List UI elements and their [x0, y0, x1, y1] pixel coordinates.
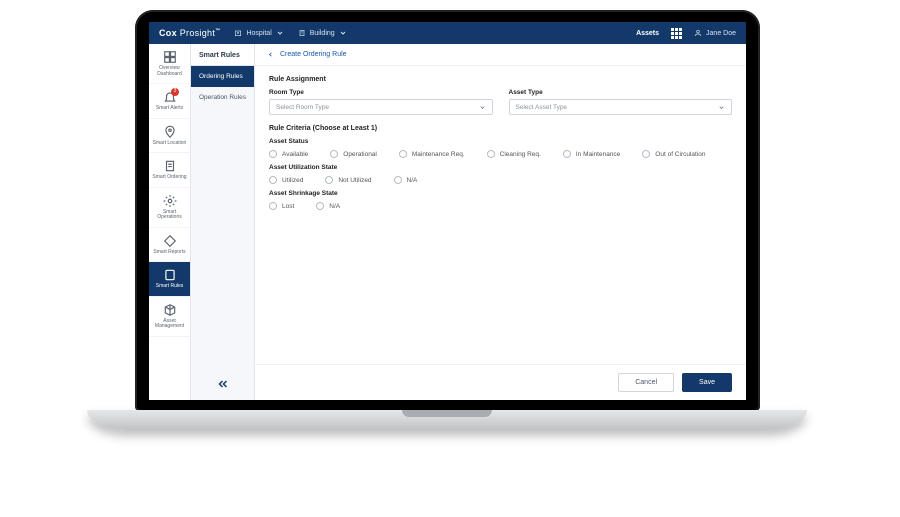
nav-smart-reports[interactable]: Smart Reports	[149, 228, 190, 263]
chevron-left-icon	[267, 51, 274, 58]
asset-utilization-option[interactable]: Utilized	[269, 176, 303, 184]
group-asset-utilization: Asset Utilization State	[269, 164, 732, 171]
asset-shrinkage-options: Lost N/A	[269, 202, 732, 210]
chevron-down-icon	[276, 29, 284, 37]
radio-label: Lost	[282, 203, 294, 210]
section-rule-assignment: Rule Assignment	[269, 76, 732, 83]
top-bar: Cox Prosight™ Hospital Building Assets	[149, 22, 746, 44]
building-icon	[298, 29, 306, 37]
footer-actions: Cancel Save	[255, 364, 746, 400]
radio-icon	[316, 202, 324, 210]
radio-label: Maintenance Req.	[412, 151, 465, 158]
clipboard-icon	[163, 159, 177, 173]
asset-status-option[interactable]: Cleaning Req.	[487, 150, 541, 158]
radio-icon	[269, 202, 277, 210]
box-icon	[163, 303, 177, 317]
radio-label: Cleaning Req.	[500, 151, 541, 158]
radio-icon	[325, 176, 333, 184]
hospital-icon	[234, 29, 242, 37]
radio-label: Available	[282, 151, 308, 158]
nav-smart-location[interactable]: Smart Location	[149, 119, 190, 154]
subnav-operation-rules[interactable]: Operation Rules	[191, 87, 254, 108]
room-type-label: Room Type	[269, 89, 493, 96]
chevron-double-left-icon	[217, 378, 229, 390]
radio-label: N/A	[407, 177, 418, 184]
alerts-badge: 3	[171, 88, 179, 96]
asset-status-option[interactable]: Out of Circulation	[642, 150, 705, 158]
nav-smart-rules[interactable]: Smart Rules	[149, 262, 190, 297]
asset-status-options: Available Operational Maintenance Req. Clea…	[269, 150, 732, 158]
asset-utilization-options: Utilized Not Utilized N/A	[269, 176, 732, 184]
cancel-button[interactable]: Cancel	[618, 373, 674, 392]
chevron-down-icon	[718, 104, 725, 111]
asset-status-option[interactable]: Maintenance Req.	[399, 150, 465, 158]
radio-icon	[487, 150, 495, 158]
subnav-ordering-rules[interactable]: Ordering Rules	[191, 66, 254, 87]
brand-logo: Cox Prosight™	[159, 28, 220, 38]
apps-grid-icon[interactable]	[671, 28, 682, 39]
main-panel: Create Ordering Rule Rule Assignment Roo…	[255, 44, 746, 400]
group-asset-shrinkage: Asset Shrinkage State	[269, 190, 732, 197]
asset-type-label: Asset Type	[509, 89, 733, 96]
asset-status-option[interactable]: In Maintenance	[563, 150, 620, 158]
radio-icon	[642, 150, 650, 158]
asset-utilization-option[interactable]: Not Utilized	[325, 176, 371, 184]
radio-label: Not Utilized	[338, 177, 371, 184]
radio-label: In Maintenance	[576, 151, 620, 158]
assets-link[interactable]: Assets	[636, 30, 659, 37]
section-rule-criteria: Rule Criteria (Choose at Least 1)	[269, 125, 732, 132]
user-icon	[694, 29, 702, 37]
radio-label: Out of Circulation	[655, 151, 705, 158]
sub-nav: Smart Rules Ordering Rules Operation Rul…	[191, 44, 255, 400]
laptop-base	[87, 410, 807, 430]
radio-icon	[330, 150, 338, 158]
radio-label: Operational	[343, 151, 377, 158]
user-menu[interactable]: Jane Doe	[694, 29, 736, 37]
chevron-down-icon	[339, 29, 347, 37]
radio-icon	[269, 150, 277, 158]
nav-rail: Overview Dashboard 3 Smart Alerts Smart …	[149, 44, 191, 400]
asset-utilization-option[interactable]: N/A	[394, 176, 418, 184]
gear-icon	[163, 194, 177, 208]
radio-label: Utilized	[282, 177, 303, 184]
rules-icon	[163, 268, 177, 282]
radio-icon	[399, 150, 407, 158]
asset-status-option[interactable]: Available	[269, 150, 308, 158]
room-type-select[interactable]: Select Room Type	[269, 99, 493, 115]
dashboard-icon	[163, 50, 177, 64]
chevron-down-icon	[479, 104, 486, 111]
pin-icon	[163, 125, 177, 139]
group-asset-status: Asset Status	[269, 138, 732, 145]
radio-label: N/A	[329, 203, 340, 210]
app-screen: Cox Prosight™ Hospital Building Assets	[149, 22, 746, 400]
radio-icon	[563, 150, 571, 158]
nav-asset-management[interactable]: Asset Management	[149, 297, 190, 337]
save-button[interactable]: Save	[682, 373, 732, 392]
asset-shrinkage-option[interactable]: N/A	[316, 202, 340, 210]
collapse-subnav[interactable]	[191, 378, 254, 390]
asset-shrinkage-option[interactable]: Lost	[269, 202, 294, 210]
asset-type-select[interactable]: Select Asset Type	[509, 99, 733, 115]
radio-icon	[269, 176, 277, 184]
building-dropdown[interactable]: Building	[298, 29, 347, 37]
nav-smart-alerts[interactable]: 3 Smart Alerts	[149, 84, 190, 119]
subnav-title: Smart Rules	[191, 44, 254, 66]
nav-smart-operations[interactable]: Smart Operations	[149, 188, 190, 228]
breadcrumb-back[interactable]: Create Ordering Rule	[255, 44, 746, 66]
tag-icon	[163, 234, 177, 248]
asset-status-option[interactable]: Operational	[330, 150, 377, 158]
hospital-dropdown[interactable]: Hospital	[234, 29, 283, 37]
nav-smart-ordering[interactable]: Smart Ordering	[149, 153, 190, 188]
nav-overview-dashboard[interactable]: Overview Dashboard	[149, 44, 190, 84]
radio-icon	[394, 176, 402, 184]
